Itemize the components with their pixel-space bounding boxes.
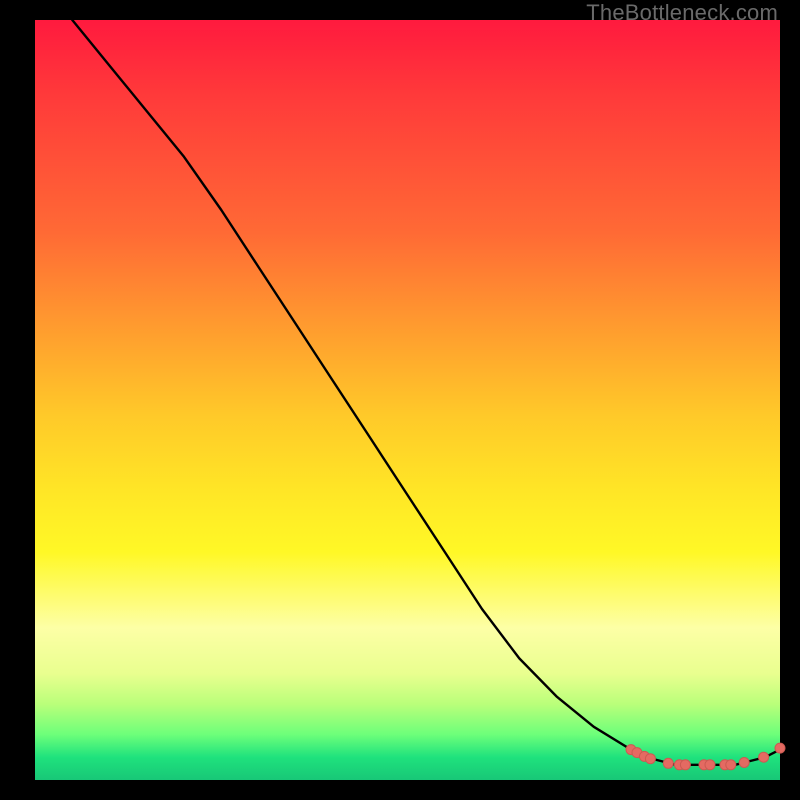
bottleneck-curve xyxy=(72,20,780,765)
data-marker xyxy=(775,743,785,753)
data-marker xyxy=(759,752,769,762)
data-marker xyxy=(739,758,749,768)
data-marker xyxy=(726,760,736,770)
data-marker xyxy=(663,758,673,768)
data-marker xyxy=(705,760,715,770)
data-marker xyxy=(680,760,690,770)
chart-overlay xyxy=(35,20,780,780)
marker-group xyxy=(626,743,785,770)
chart-frame: TheBottleneck.com xyxy=(0,0,800,800)
data-marker xyxy=(645,754,655,764)
